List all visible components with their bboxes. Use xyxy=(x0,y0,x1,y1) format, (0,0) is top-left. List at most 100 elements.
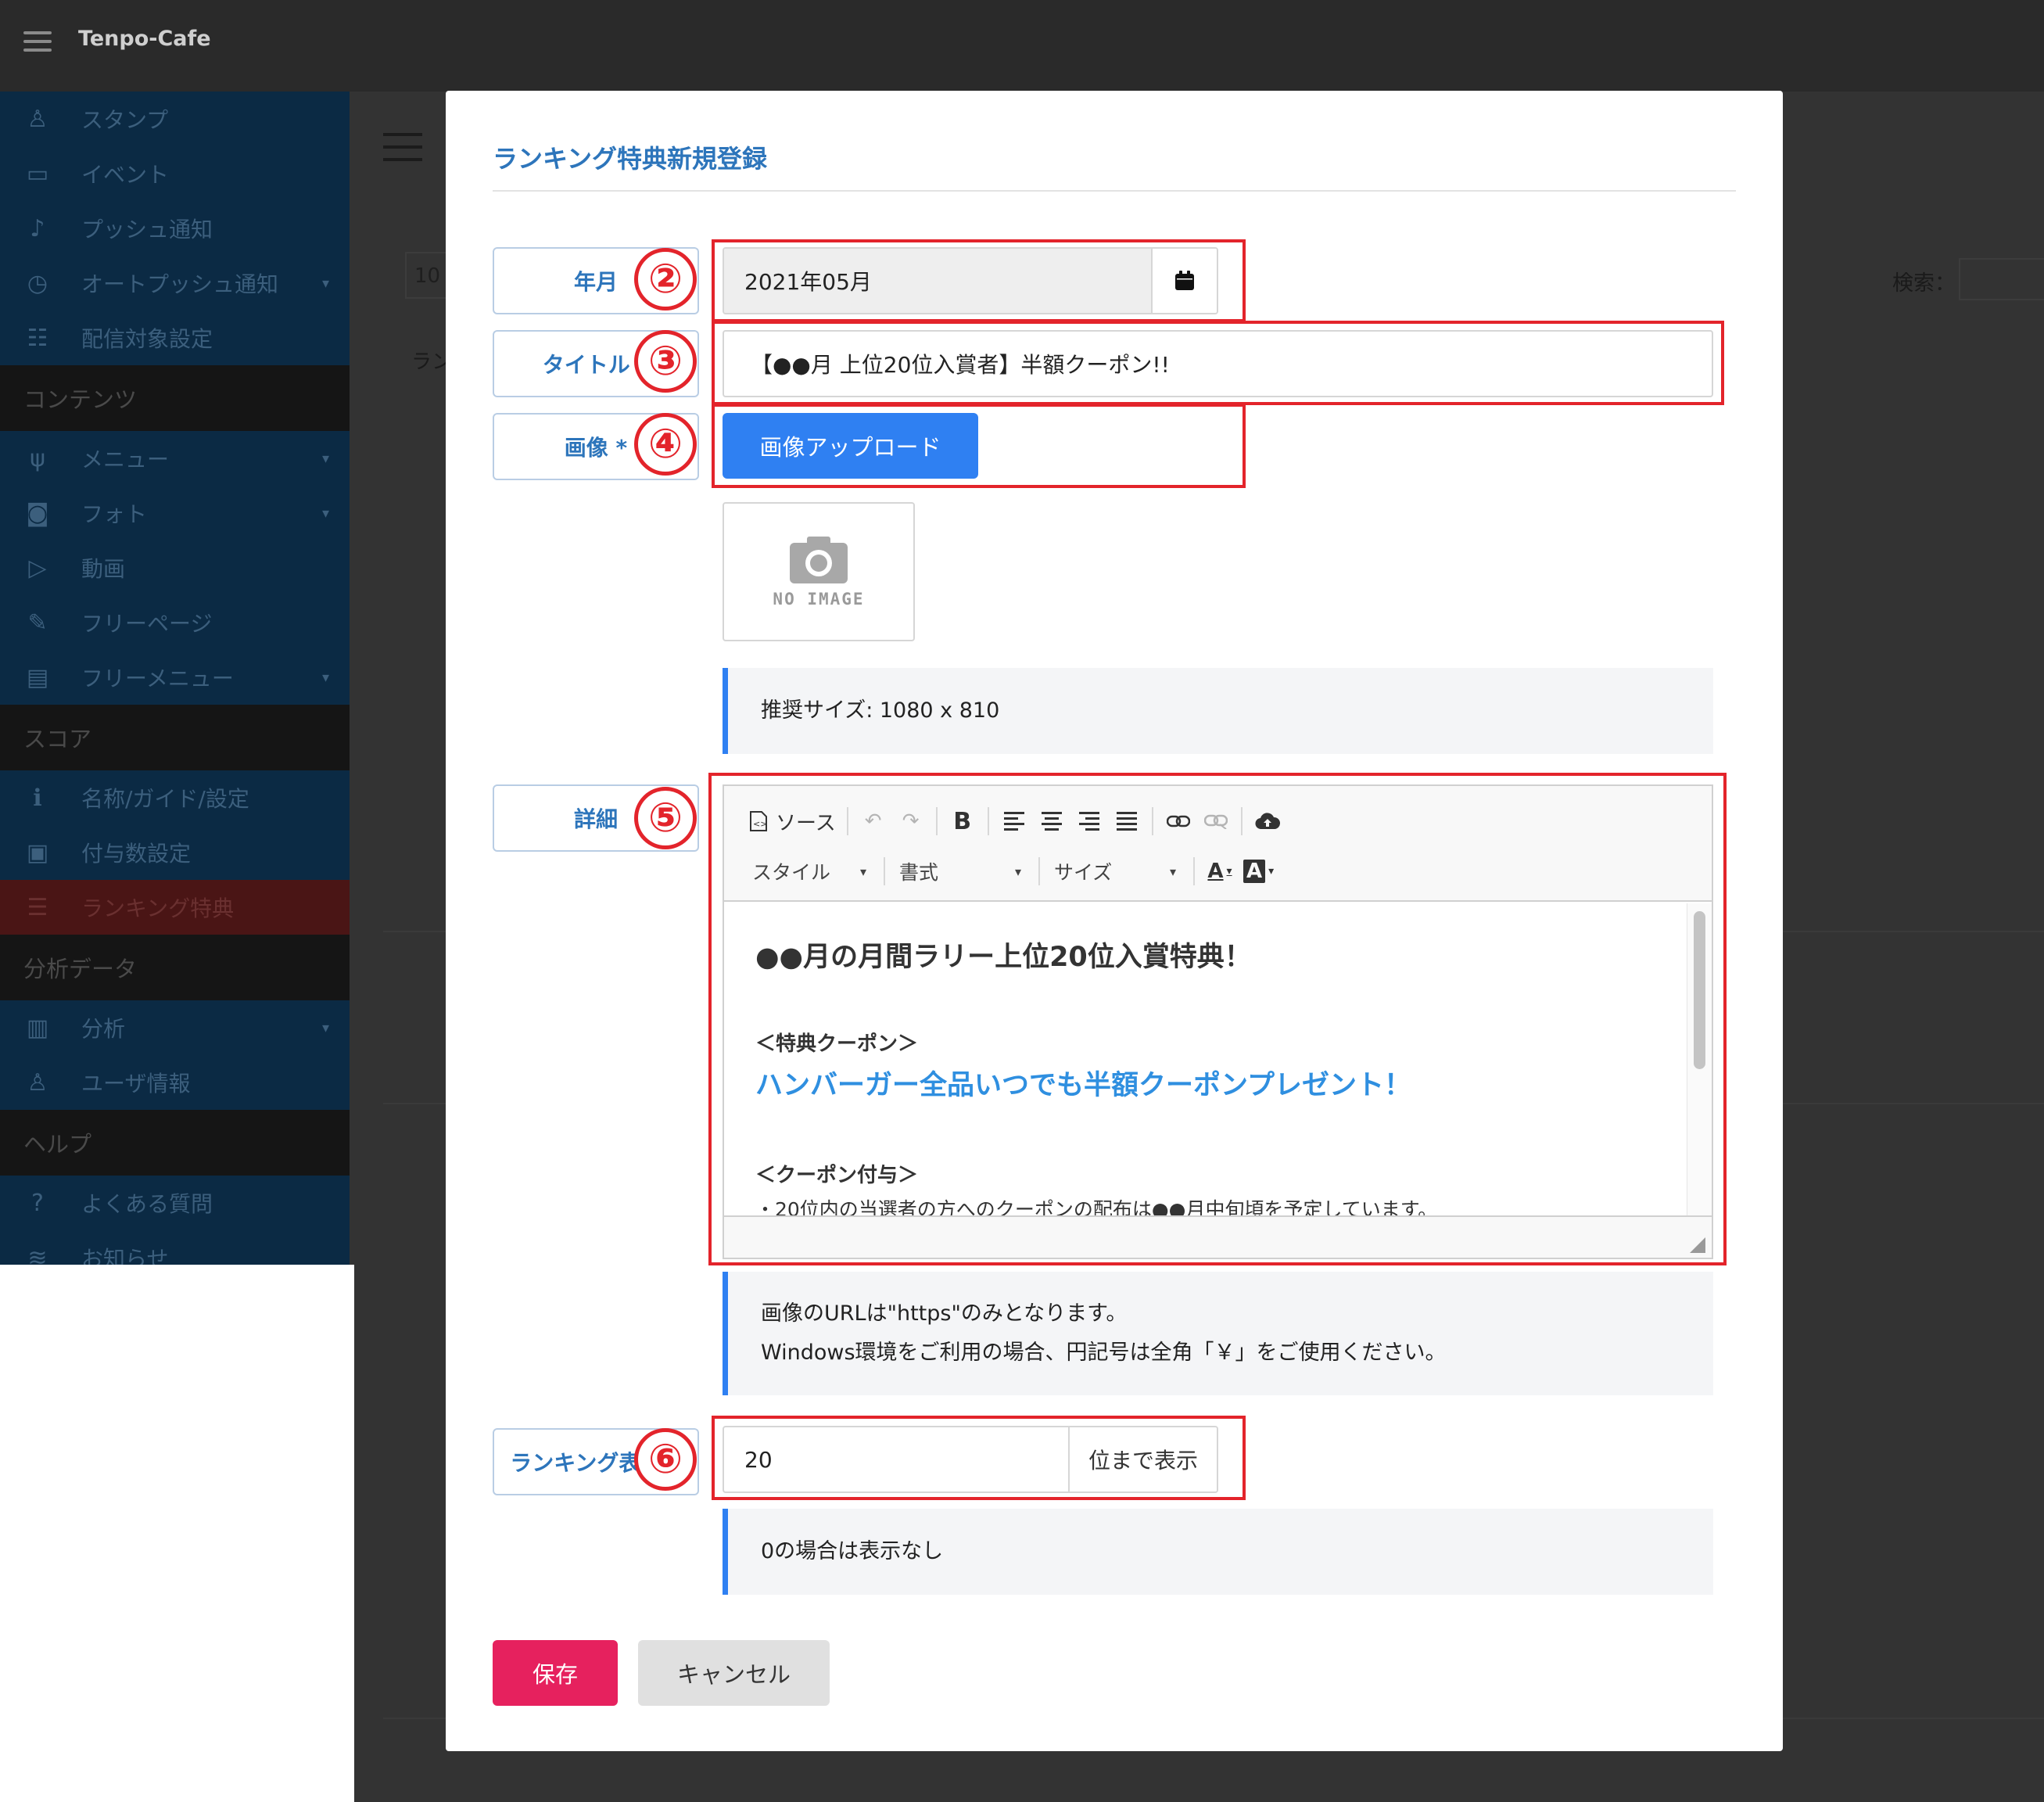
sidebar-item[interactable]: ▥ 分析 ▾ xyxy=(0,1000,350,1055)
sidebar-item[interactable]: ≋ お知らせ xyxy=(0,1230,350,1265)
align-justify-icon[interactable] xyxy=(1108,803,1146,839)
style-dropdown-label: スタイル xyxy=(752,861,831,884)
chart-icon: ▥ xyxy=(26,1014,49,1042)
sidebar-item[interactable]: ✎ フリーページ xyxy=(0,595,350,650)
chevron-down-icon: ▾ xyxy=(321,275,329,292)
ranking-display-input[interactable]: 20 xyxy=(724,1427,1068,1491)
editor-content[interactable]: ●●月の月間ラリー上位20位入賞特典！ ＜特典クーポン＞ ハンバーガー全品いつで… xyxy=(724,903,1687,1216)
align-center-icon[interactable] xyxy=(1033,803,1070,839)
unlink-icon[interactable] xyxy=(1197,803,1235,839)
editor-notes: 画像のURLは"https"のみとなります。 Windows環境をご利用の場合、… xyxy=(723,1272,1713,1395)
top-bar: Tenpo-Cafe xyxy=(0,0,2044,92)
sidebar-item[interactable]: ▤ フリーメニュー ▾ xyxy=(0,650,350,705)
yearmonth-input[interactable]: 2021年05月 xyxy=(724,249,1151,313)
ranking-suffix: 位まで表示 xyxy=(1068,1427,1217,1491)
toolbar-separator xyxy=(987,807,989,835)
sidebar-item-label: フリーメニュー xyxy=(81,666,234,691)
bold-button[interactable]: B xyxy=(944,803,981,839)
editor-coupon-text: ハンバーガー全品いつでも半額クーポンプレゼント！ xyxy=(755,1070,1411,1101)
modal-title: ランキング特典新規登録 xyxy=(493,144,768,174)
editor-note-2: Windows環境をご利用の場合、円記号は全角「￥」をご使用ください。 xyxy=(761,1341,1447,1365)
sidebar-item[interactable]: ♙ ユーザ情報 xyxy=(0,1055,350,1110)
sidebar-item-label: 配信対象設定 xyxy=(81,326,213,352)
source-icon: <> xyxy=(750,811,767,831)
undo-icon[interactable]: ↶ xyxy=(855,803,892,839)
chevron-down-icon: ▾ xyxy=(321,450,329,467)
sidebar-item[interactable]: ◷ オートプッシュ通知 ▾ xyxy=(0,256,350,311)
image-upload-button[interactable]: 画像アップロード xyxy=(723,413,978,479)
sidebar-item[interactable]: ℹ 名称/ガイド/設定 xyxy=(0,770,350,825)
sidebar-section-score: スコア xyxy=(0,705,350,770)
sidebar-item[interactable]: ▣ 付与数設定 xyxy=(0,825,350,880)
cloud-upload-icon[interactable] xyxy=(1249,803,1286,839)
page-size-select[interactable]: 10 xyxy=(405,252,452,299)
editor-heading: ●●月の月間ラリー上位20位入賞特典！ xyxy=(755,942,1252,973)
rich-text-editor: <> ソース ↶ ↷ B スタイル ▾ 書式 ▾ サイズ ▾ A ▾ A ▾ ●… xyxy=(723,784,1713,1259)
question-icon: ? xyxy=(31,1189,44,1217)
users-icon: ☷ xyxy=(27,324,48,352)
money-icon: ▣ xyxy=(26,838,49,867)
cancel-button[interactable]: キャンセル xyxy=(638,1640,830,1706)
sidebar-item-label: お知らせ xyxy=(81,1246,169,1265)
edit-icon: ✎ xyxy=(27,608,48,637)
sidebar-section-help: ヘルプ xyxy=(0,1110,350,1176)
resize-handle-icon[interactable] xyxy=(1690,1237,1705,1253)
sidebar-section-contents: コンテンツ xyxy=(0,365,350,431)
sidebar-item-label: よくある質問 xyxy=(81,1191,213,1217)
toolbar-separator xyxy=(1038,857,1040,885)
calendar-button[interactable] xyxy=(1151,249,1217,313)
editor-scrollbar[interactable] xyxy=(1687,903,1712,1216)
text-color-button[interactable]: A ▾ xyxy=(1201,853,1239,889)
chevron-down-icon: ▾ xyxy=(321,504,329,522)
image-placeholder: NO IMAGE xyxy=(723,502,915,641)
sidebar-item[interactable]: ♙ スタンプ xyxy=(0,92,350,146)
style-dropdown[interactable]: スタイル ▾ xyxy=(744,853,877,889)
sidebar-item[interactable]: ? よくある質問 xyxy=(0,1176,350,1230)
align-right-icon[interactable] xyxy=(1070,803,1108,839)
clock-icon: ◷ xyxy=(27,269,48,297)
bell-icon: ♪ xyxy=(30,214,45,242)
ranking-note-text: 0の場合は表示なし xyxy=(761,1539,944,1563)
sidebar-item[interactable]: ♪ プッシュ通知 xyxy=(0,201,350,256)
format-dropdown[interactable]: 書式 ▾ xyxy=(891,853,1032,889)
sidebar-item-label: ランキング特典 xyxy=(81,896,235,921)
chevron-down-icon: ▾ xyxy=(1169,863,1176,879)
editor-toolbar: <> ソース ↶ ↷ B スタイル ▾ 書式 ▾ サイズ ▾ A ▾ A ▾ xyxy=(724,786,1712,902)
editor-scrollbar-thumb[interactable] xyxy=(1694,911,1705,1069)
sidebar-item[interactable]: ◙ フォト ▾ xyxy=(0,486,350,540)
sidebar-item[interactable]: ☰ ランキング特典 xyxy=(0,880,350,935)
title-input-group: 【●●月 上位20位入賞者】半額クーポン!! xyxy=(723,330,1713,397)
annotation-marker-4: ④ xyxy=(634,413,697,476)
sidebar-item[interactable]: ▷ 動画 xyxy=(0,540,350,595)
sidebar-item-label: フリーページ xyxy=(81,611,213,637)
toolbar-separator xyxy=(846,807,848,835)
sidebar-item-label: 動画 xyxy=(81,556,126,582)
source-button[interactable]: <> ソース xyxy=(744,803,841,839)
image-size-note: 推奨サイズ: 1080 x 810 xyxy=(723,668,1713,754)
redo-icon[interactable]: ↷ xyxy=(892,803,930,839)
sidebar-item[interactable]: ☷ 配信対象設定 xyxy=(0,311,350,365)
hamburger-menu-icon[interactable] xyxy=(23,31,52,52)
modal-divider xyxy=(493,190,1736,192)
search-label: 検索： xyxy=(1892,271,1956,296)
chevron-down-icon: ▾ xyxy=(321,1019,329,1036)
svg-text:<>: <> xyxy=(753,819,767,829)
save-button[interactable]: 保存 xyxy=(493,1640,618,1706)
bg-color-button[interactable]: A ▾ xyxy=(1239,853,1278,889)
search-input[interactable] xyxy=(1959,258,2044,300)
link-icon[interactable] xyxy=(1160,803,1197,839)
chevron-down-icon: ▾ xyxy=(859,863,866,879)
sidebar-item[interactable]: ψ メニュー ▾ xyxy=(0,431,350,486)
rss-icon: ≋ xyxy=(27,1244,48,1265)
sidebar-section-analytics: 分析データ xyxy=(0,935,350,1000)
size-dropdown[interactable]: サイズ ▾ xyxy=(1046,853,1187,889)
align-left-icon[interactable] xyxy=(995,803,1033,839)
sidebar-item[interactable]: ▭ イベント xyxy=(0,146,350,201)
book-icon: ▤ xyxy=(26,663,49,691)
editor-grant-heading: ＜クーポン付与＞ xyxy=(755,1164,919,1187)
toolbar-separator xyxy=(1151,807,1153,835)
title-input[interactable]: 【●●月 上位20位入賞者】半額クーポン!! xyxy=(724,332,1712,396)
editor-coupon-heading: ＜特典クーポン＞ xyxy=(755,1032,919,1056)
bg-color-icon: A xyxy=(1243,860,1266,883)
annotation-marker-6: ⑥ xyxy=(634,1428,697,1491)
